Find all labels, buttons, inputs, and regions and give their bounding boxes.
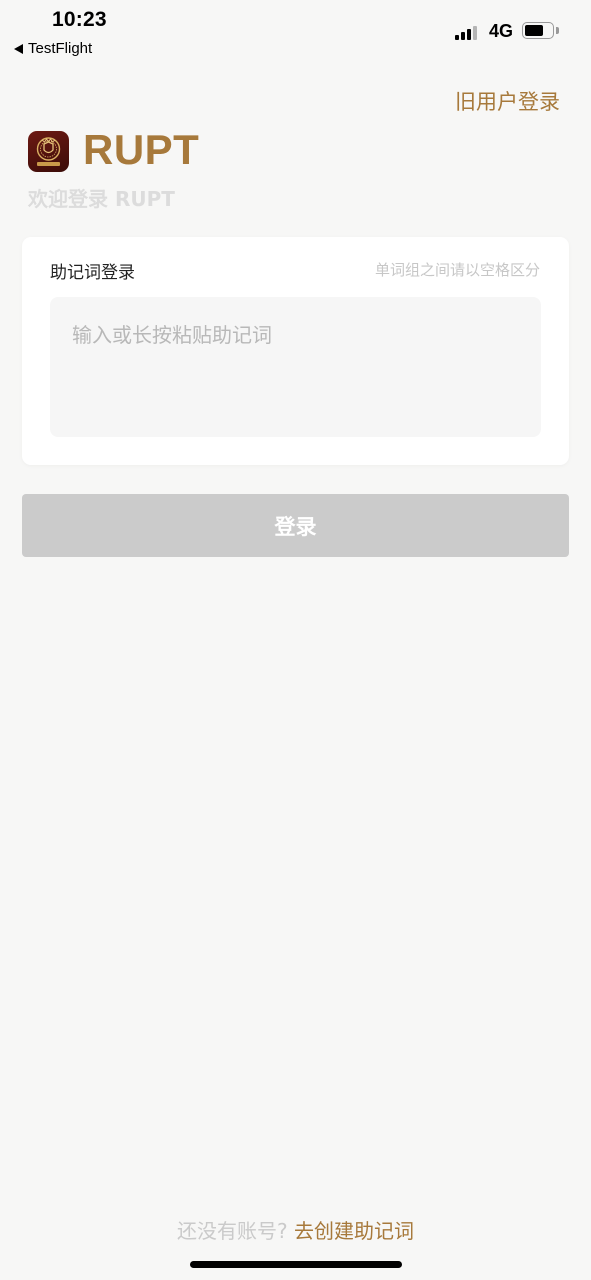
crest-logo-icon: [28, 131, 69, 172]
home-indicator[interactable]: [190, 1261, 402, 1268]
network-type: 4G: [489, 21, 514, 41]
battery-icon: [522, 22, 554, 39]
old-user-login-link[interactable]: 旧用户登录: [455, 86, 560, 116]
back-app-label: TestFlight: [28, 40, 93, 57]
welcome-text: 欢迎登录 RUPT: [28, 187, 175, 211]
create-mnemonic-link[interactable]: 去创建助记词: [294, 1219, 414, 1243]
no-account-text: 还没有账号?: [177, 1219, 288, 1243]
card-title: 助记词登录: [50, 263, 135, 283]
login-button[interactable]: 登录: [22, 494, 569, 557]
app-name: RUPT: [83, 126, 200, 173]
battery-cap: [556, 27, 559, 34]
back-to-app-link[interactable]: TestFlight: [14, 40, 92, 57]
mnemonic-login-card: 助记词登录 单词组之间请以空格区分: [22, 237, 569, 465]
card-hint: 单词组之间请以空格区分: [374, 261, 540, 279]
mnemonic-input[interactable]: [50, 297, 541, 437]
cellular-signal-icon: [455, 24, 477, 40]
back-arrow-icon: [14, 43, 23, 54]
signup-prompt: 还没有账号? 去创建助记词: [0, 1215, 591, 1244]
status-time: 10:23: [52, 8, 107, 31]
